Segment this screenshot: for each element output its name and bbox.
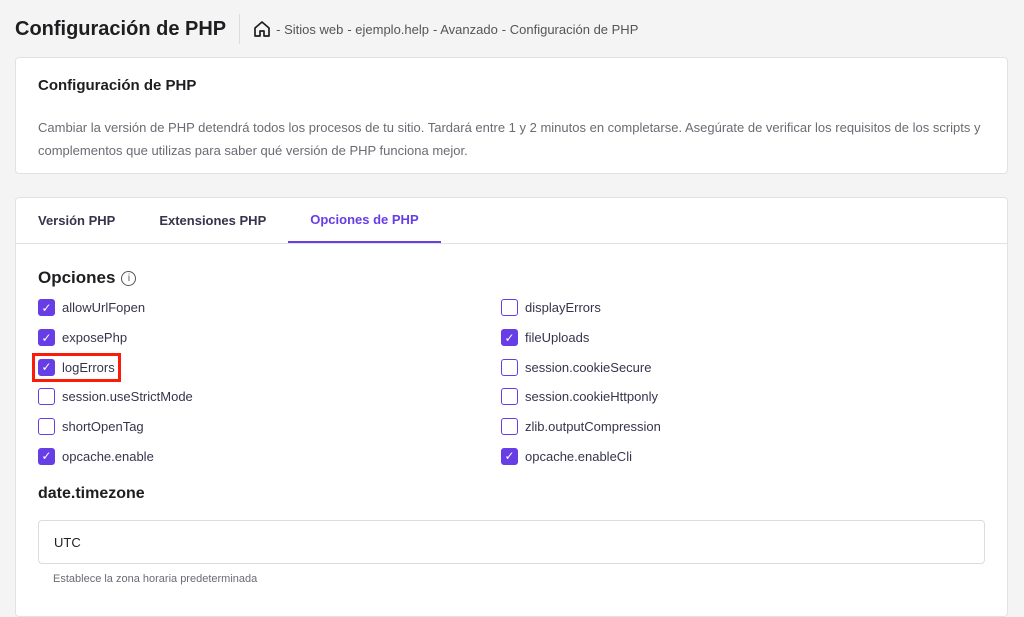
option-label: allowUrlFopen — [62, 300, 145, 315]
timezone-help: Establece la zona horaria predeterminada — [53, 573, 985, 585]
checkbox[interactable] — [38, 418, 55, 435]
option-zlib-outputCompression[interactable]: zlib.outputCompression — [501, 412, 964, 442]
option-label: opcache.enableCli — [525, 449, 632, 464]
option-label: fileUploads — [525, 330, 589, 345]
option-label: session.useStrictMode — [62, 389, 193, 404]
breadcrumb-item: - Configuración de PHP — [502, 22, 639, 37]
info-card: Configuración de PHP Cambiar la versión … — [15, 57, 1008, 174]
home-icon[interactable] — [252, 19, 272, 39]
page-title: Configuración de PHP — [15, 18, 226, 41]
checkbox[interactable] — [501, 418, 518, 435]
php-settings-card: Versión PHP Extensiones PHP Opciones de … — [15, 197, 1008, 617]
breadcrumb: - Sitios web - ejemplo.help - Avanzado -… — [252, 19, 638, 39]
option-label: zlib.outputCompression — [525, 419, 661, 434]
checkbox[interactable] — [501, 388, 518, 405]
option-displayErrors[interactable]: displayErrors — [501, 293, 964, 323]
option-opcache-enable[interactable]: ✓ opcache.enable — [38, 441, 501, 471]
option-opcache-enableCli[interactable]: ✓ opcache.enableCli — [501, 441, 964, 471]
option-label: opcache.enable — [62, 449, 154, 464]
options-heading: Opciones — [38, 268, 115, 288]
option-exposePhp[interactable]: ✓ exposePhp — [38, 323, 501, 353]
info-icon[interactable]: i — [121, 271, 136, 286]
checkbox[interactable]: ✓ — [38, 359, 55, 376]
option-session-cookieSecure[interactable]: session.cookieSecure — [501, 352, 964, 382]
page-header: Configuración de PHP - Sitios web - ejem… — [15, 14, 638, 44]
divider — [239, 14, 240, 44]
tab-php-options[interactable]: Opciones de PHP — [288, 198, 440, 243]
option-logErrors[interactable]: ✓ logErrors — [38, 352, 501, 382]
info-card-text: Cambiar la versión de PHP detendrá todos… — [38, 116, 985, 162]
checkbox[interactable] — [38, 388, 55, 405]
tab-php-extensions[interactable]: Extensiones PHP — [137, 198, 288, 243]
option-session-useStrictMode[interactable]: session.useStrictMode — [38, 382, 501, 412]
checkbox[interactable]: ✓ — [38, 299, 55, 316]
checkbox[interactable]: ✓ — [38, 329, 55, 346]
option-label: session.cookieHttponly — [525, 389, 658, 404]
breadcrumb-item[interactable]: - Sitios web — [276, 22, 343, 37]
option-session-cookieHttponly[interactable]: session.cookieHttponly — [501, 382, 964, 412]
checkbox[interactable]: ✓ — [38, 448, 55, 465]
option-label: exposePhp — [62, 330, 127, 345]
timezone-input[interactable]: UTC — [38, 520, 985, 564]
timezone-label: date.timezone — [38, 485, 985, 503]
option-shortOpenTag[interactable]: shortOpenTag — [38, 412, 501, 442]
breadcrumb-item[interactable]: - Avanzado — [433, 22, 498, 37]
tab-php-version[interactable]: Versión PHP — [16, 198, 137, 243]
option-label: displayErrors — [525, 300, 601, 315]
breadcrumb-item[interactable]: - ejemplo.help — [347, 22, 429, 37]
info-card-title: Configuración de PHP — [38, 77, 985, 94]
option-label: session.cookieSecure — [525, 360, 651, 375]
checkbox[interactable] — [501, 299, 518, 316]
checkbox[interactable]: ✓ — [501, 448, 518, 465]
options-grid: ✓ allowUrlFopen displayErrors ✓ exposePhp ✓ fi… — [38, 293, 985, 471]
option-allowUrlFopen[interactable]: ✓ allowUrlFopen — [38, 293, 501, 323]
option-label: logErrors — [62, 360, 115, 375]
tabs: Versión PHP Extensiones PHP Opciones de … — [16, 198, 1007, 244]
option-label: shortOpenTag — [62, 419, 144, 434]
checkbox[interactable] — [501, 359, 518, 376]
checkbox[interactable]: ✓ — [501, 329, 518, 346]
option-fileUploads[interactable]: ✓ fileUploads — [501, 323, 964, 353]
